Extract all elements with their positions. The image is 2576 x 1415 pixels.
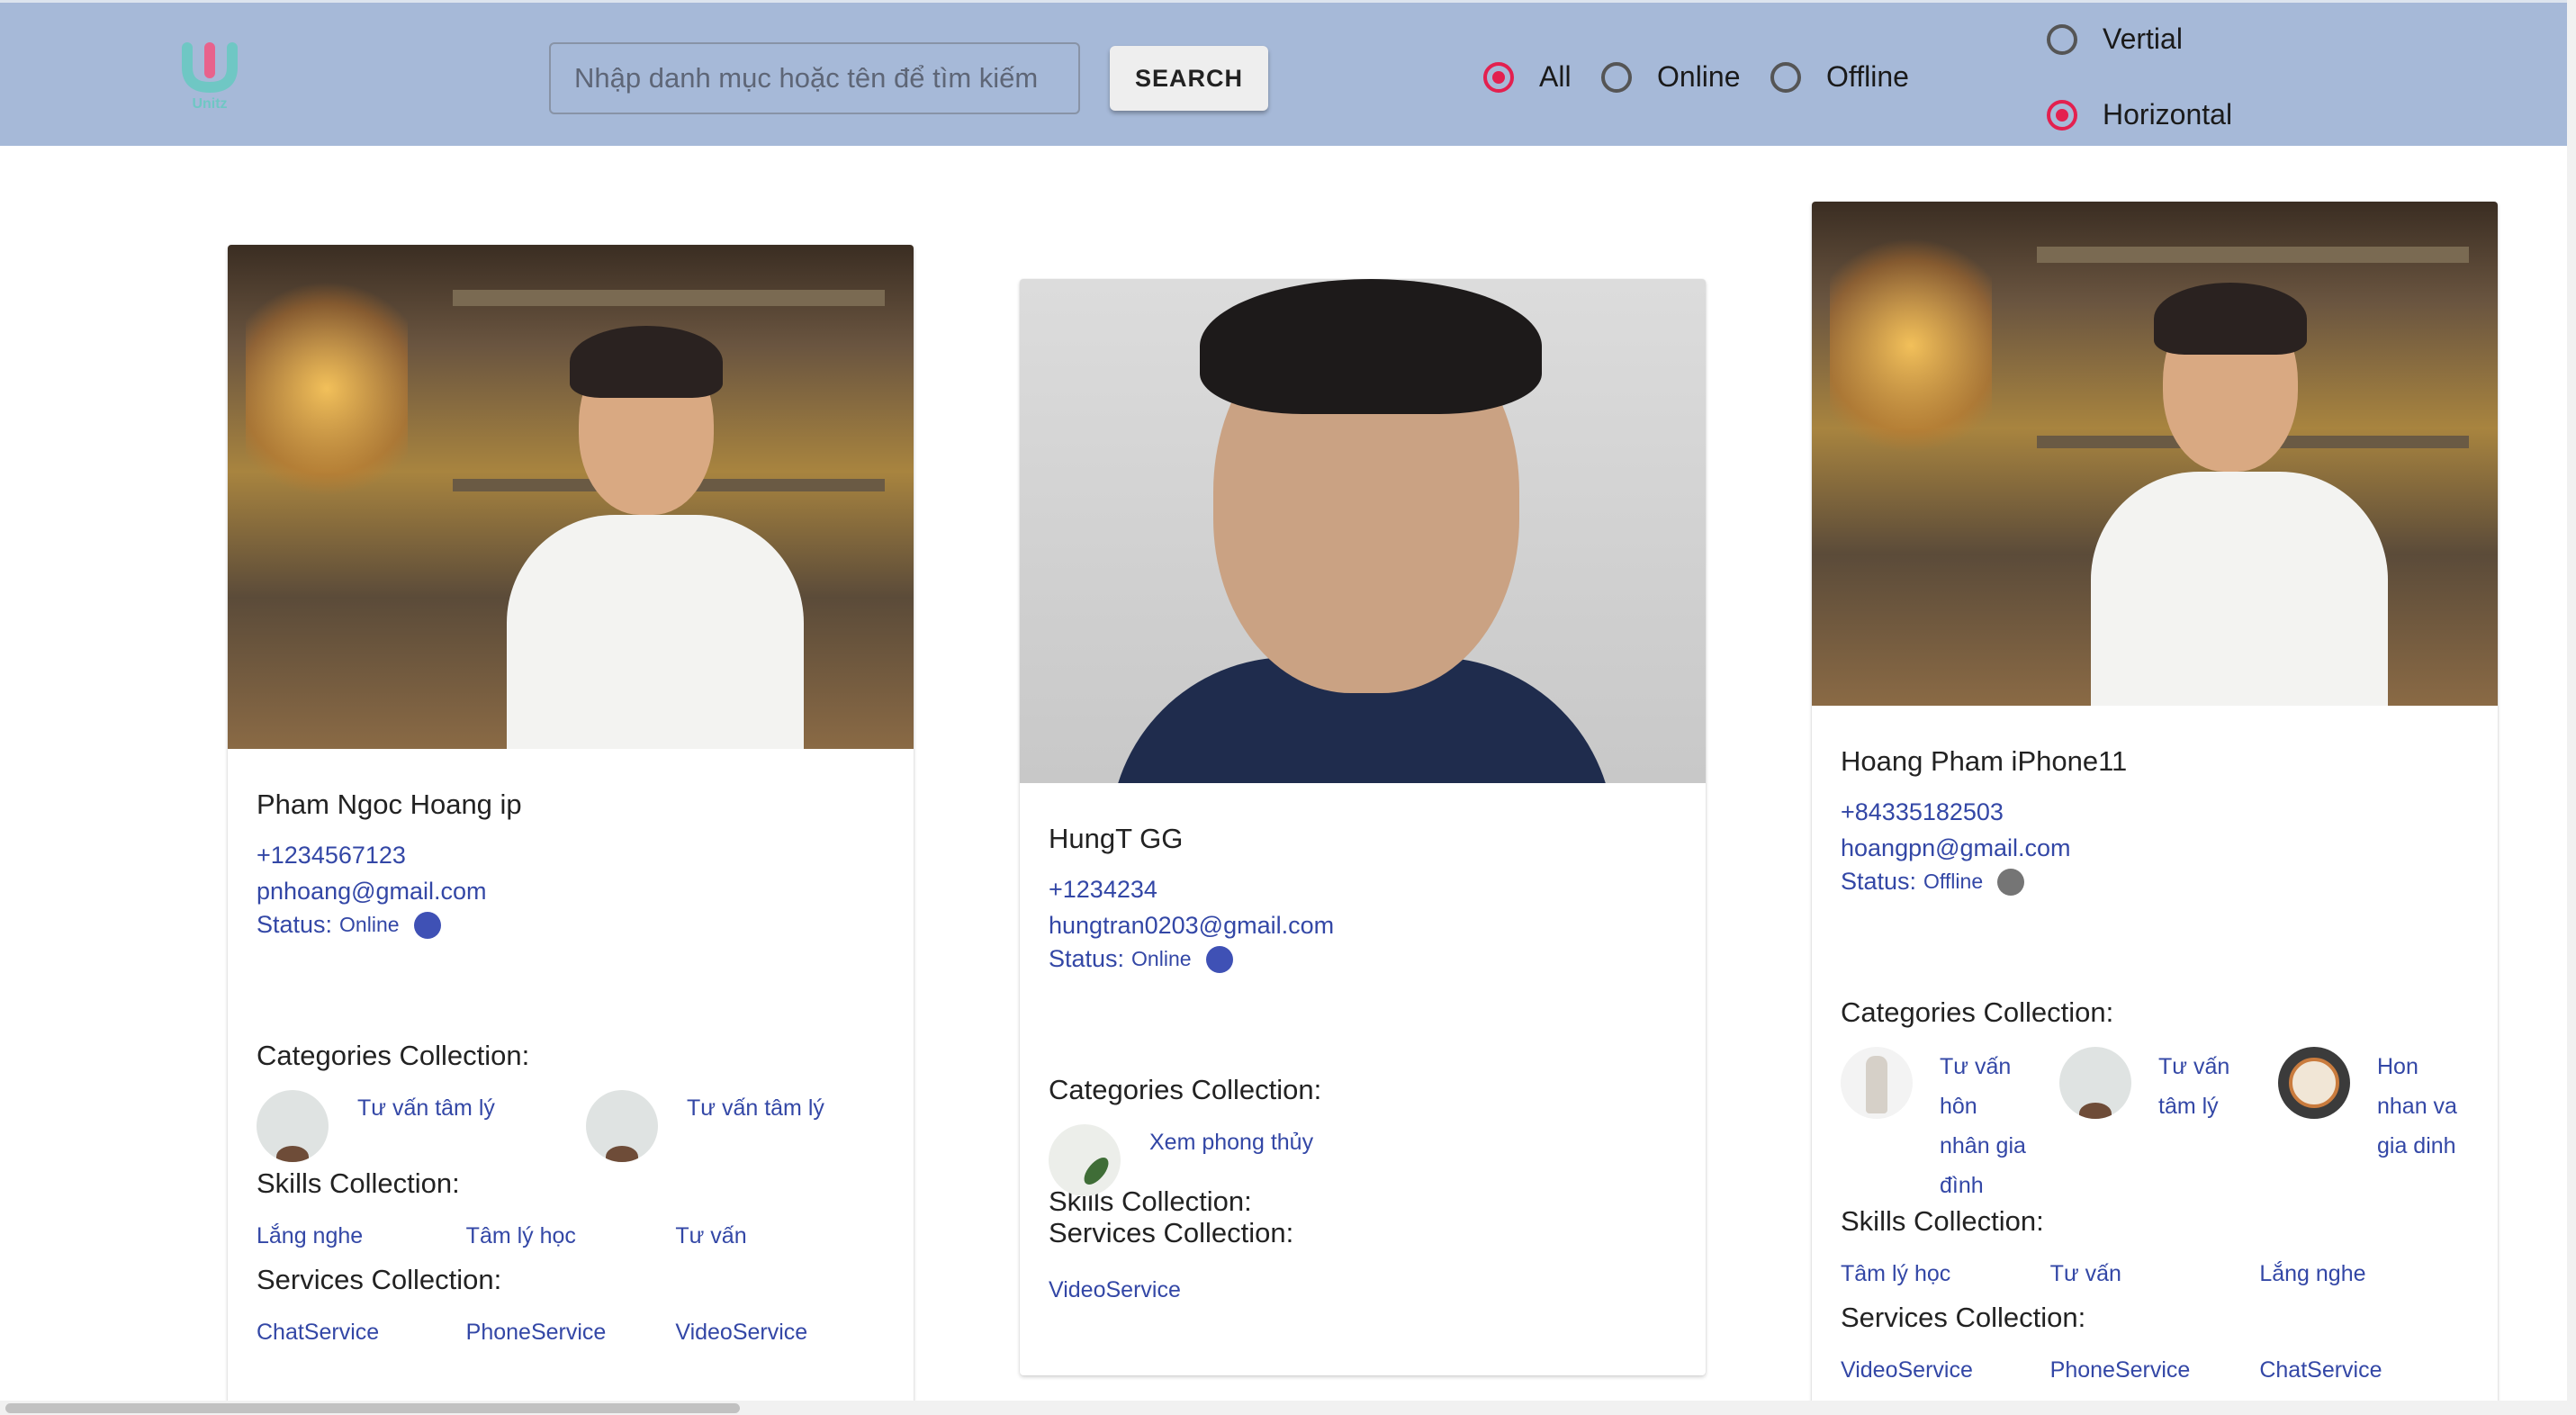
status-online-indicator [413, 911, 441, 939]
skill-item: Tư vấn [675, 1223, 747, 1248]
services-list: VideoService PhoneService ChatService [1841, 1357, 2469, 1383]
logo-text: Unitz [192, 96, 228, 112]
search-input[interactable] [549, 42, 1080, 114]
category-label[interactable]: Tư vấn hôn nhân gia đình [1940, 1047, 2026, 1205]
radio-vertical-indicator[interactable] [2047, 23, 2077, 55]
category-item[interactable]: Tư vấn tâm lý [257, 1090, 586, 1162]
profile-phone-link[interactable]: +1234234 [1049, 871, 1677, 907]
category-label[interactable]: Hon nhan va gia dinh [2377, 1047, 2457, 1166]
service-item[interactable]: VideoService [1049, 1277, 1267, 1303]
status-value: Online [1131, 947, 1192, 970]
status-label: Status: [1049, 945, 1125, 972]
status-offline-indicator [1997, 868, 2025, 896]
services-heading: Services Collection: [1049, 1217, 1294, 1248]
services-list: VideoService [1049, 1277, 1677, 1303]
status-label: Status: [1841, 868, 1917, 895]
category-label[interactable]: Tư vấn tâm lý [2158, 1047, 2229, 1126]
category-item[interactable]: Tư vấn tâm lý [586, 1090, 824, 1162]
service-item[interactable]: ChatService [257, 1320, 466, 1346]
skills-list: Tâm lý học Tư vấn Lắng nghe [1841, 1261, 2469, 1287]
radio-horizontal-label[interactable]: Horizontal [2103, 98, 2232, 131]
skill-item: Tâm lý học [1841, 1261, 1951, 1286]
status-row: Status: Offline [1841, 868, 2469, 896]
services-heading: Services Collection: [1841, 1302, 2086, 1333]
category-image [1841, 1047, 1913, 1119]
service-item[interactable]: VideoService [675, 1320, 885, 1346]
category-item[interactable]: Tư vấn tâm lý [2059, 1047, 2278, 1126]
categories-list: Tư vấn hôn nhân gia đình Tư vấn tâm lý H… [1841, 1047, 2469, 1205]
profile-email-link[interactable]: hoangpn@gmail.com [1841, 830, 2469, 866]
service-item[interactable]: ChatService [2259, 1357, 2469, 1383]
profile-phone-link[interactable]: +1234567123 [257, 837, 885, 873]
radio-vertical[interactable]: Vertial [2047, 23, 2183, 56]
skill-item: Lắng nghe [2259, 1261, 2366, 1286]
categories-heading: Categories Collection: [1049, 1074, 1322, 1105]
services-list: ChatService PhoneService VideoService [257, 1320, 885, 1346]
profile-name: Pham Ngoc Hoang ip [257, 789, 522, 820]
category-label[interactable]: Xem phong thủy [1149, 1124, 1313, 1160]
category-label[interactable]: Tư vấn tâm lý [687, 1090, 824, 1126]
category-image [2278, 1047, 2350, 1119]
profile-email-link[interactable]: pnhoang@gmail.com [257, 873, 885, 909]
skill-item: Lắng nghe [257, 1223, 364, 1248]
radio-all[interactable]: All [1483, 60, 1572, 94]
category-item[interactable]: Hon nhan va gia dinh [2278, 1047, 2457, 1166]
radio-online-indicator[interactable] [1601, 61, 1632, 93]
category-label[interactable]: Tư vấn tâm lý [357, 1090, 495, 1126]
vertical-scrollbar[interactable] [2567, 0, 2576, 1415]
logo-mark-icon [182, 42, 238, 94]
category-image [586, 1090, 658, 1162]
radio-online-label[interactable]: Online [1657, 60, 1741, 94]
skill-item: Tâm lý học [465, 1223, 576, 1248]
radio-horizontal-indicator[interactable] [2047, 99, 2077, 131]
profile-card[interactable]: Hoang Pham iPhone11 +84335182503 hoangpn… [1812, 202, 2498, 1408]
category-item[interactable]: Tư vấn hôn nhân gia đình [1841, 1047, 2059, 1205]
status-row: Status: Online [257, 911, 885, 939]
skills-list: Lắng nghe Tâm lý học Tư vấn [257, 1223, 885, 1249]
service-item[interactable]: VideoService [1841, 1357, 2050, 1383]
skill-item: Tư vấn [2049, 1261, 2121, 1286]
radio-horizontal[interactable]: Horizontal [2047, 98, 2232, 131]
skills-heading: Skills Collection: [257, 1167, 460, 1199]
profile-photo[interactable] [228, 245, 914, 749]
skills-heading: Skills Collection: [1841, 1205, 2044, 1237]
radio-all-label[interactable]: All [1539, 60, 1572, 94]
profile-name: HungT GG [1049, 823, 1184, 854]
services-heading: Services Collection: [257, 1264, 502, 1295]
search-button[interactable]: SEARCH [1110, 46, 1268, 111]
status-label: Status: [257, 911, 333, 938]
unitz-logo[interactable]: Unitz [180, 41, 239, 113]
profile-email-link[interactable]: hungtran0203@gmail.com [1049, 907, 1677, 943]
app-header: Unitz SEARCH All Online Offline Vertial … [0, 0, 2567, 146]
radio-vertical-label[interactable]: Vertial [2103, 23, 2183, 56]
categories-heading: Categories Collection: [1841, 996, 2114, 1028]
radio-offline-indicator[interactable] [1770, 61, 1801, 93]
service-item[interactable]: PhoneService [466, 1320, 676, 1346]
status-online-indicator [1205, 945, 1233, 973]
skills-heading: Skills Collection: [1049, 1185, 1252, 1217]
category-image [1049, 1124, 1121, 1196]
profile-name: Hoang Pham iPhone11 [1841, 745, 2128, 777]
radio-offline[interactable]: Offline [1770, 60, 1909, 94]
profile-card[interactable]: HungT GG +1234234 hungtran0203@gmail.com… [1020, 279, 1706, 1375]
horizontal-scrollbar-thumb[interactable] [5, 1403, 740, 1413]
status-row: Status: Online [1049, 945, 1677, 973]
categories-list: Tư vấn tâm lý Tư vấn tâm lý [257, 1090, 885, 1162]
category-image [257, 1090, 329, 1162]
radio-all-indicator[interactable] [1483, 61, 1514, 93]
service-item[interactable]: PhoneService [2050, 1357, 2260, 1383]
radio-offline-label[interactable]: Offline [1826, 60, 1909, 94]
profile-photo[interactable] [1020, 279, 1706, 783]
category-image [2059, 1047, 2131, 1119]
profile-card[interactable]: Pham Ngoc Hoang ip +1234567123 pnhoang@g… [228, 245, 914, 1406]
status-value: Online [339, 913, 400, 936]
status-value: Offline [1923, 870, 1984, 893]
categories-heading: Categories Collection: [257, 1040, 530, 1071]
radio-online[interactable]: Online [1601, 60, 1741, 94]
profile-photo[interactable] [1812, 202, 2498, 706]
profile-phone-link[interactable]: +84335182503 [1841, 794, 2469, 830]
